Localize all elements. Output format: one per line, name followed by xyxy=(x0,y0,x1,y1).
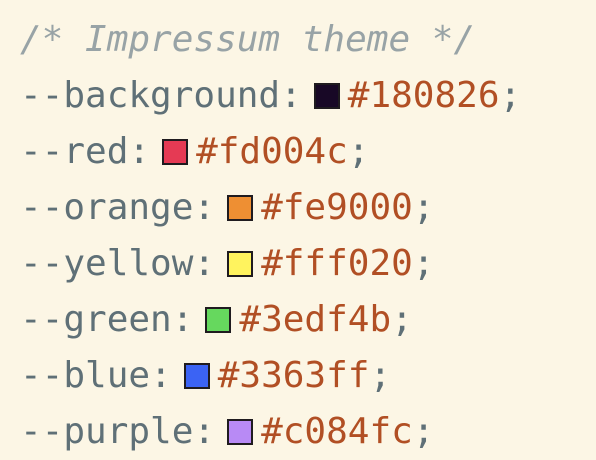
background-hex-value: #180826 xyxy=(347,75,500,116)
red-color-swatch xyxy=(162,139,189,165)
red-hex-value: #fd004c xyxy=(196,131,348,172)
purple-variable-name: --purple xyxy=(20,411,194,452)
yellow-color-swatch xyxy=(227,251,254,277)
green-variable-name: --green xyxy=(20,299,172,340)
purple-color-swatch xyxy=(227,419,254,445)
yellow-variable-line: --yellow: #fff020; xyxy=(20,236,596,292)
background-variable-name: --background xyxy=(20,75,281,116)
yellow-variable-name: --yellow xyxy=(20,243,194,284)
green-variable-line: --green: #3edf4b; xyxy=(20,292,596,348)
orange-variable-line: --orange: #fe9000; xyxy=(20,180,596,236)
theme-comment-line: /* Impressum theme */ xyxy=(20,12,596,68)
blue-variable-line: --blue: #3363ff; xyxy=(20,348,596,404)
red-variable-line: --red: #fd004c; xyxy=(20,124,596,180)
theme-comment: /* Impressum theme */ xyxy=(20,19,476,60)
purple-hex-value: #c084fc xyxy=(261,411,413,452)
background-variable-line: --background: #180826; xyxy=(20,68,596,124)
purple-variable-line: --purple: #c084fc; xyxy=(20,404,596,460)
blue-color-swatch xyxy=(183,363,210,389)
green-color-swatch xyxy=(205,307,232,333)
orange-variable-name: --orange xyxy=(20,187,194,228)
blue-variable-name: --blue xyxy=(20,355,151,396)
yellow-hex-value: #fff020 xyxy=(261,243,413,284)
background-color-swatch xyxy=(313,83,340,109)
orange-hex-value: #fe9000 xyxy=(261,187,413,228)
css-theme-code-block: /* Impressum theme */ --background: #180… xyxy=(0,0,596,460)
green-hex-value: #3edf4b xyxy=(239,299,392,340)
blue-hex-value: #3363ff xyxy=(217,355,370,396)
red-variable-name: --red xyxy=(20,131,129,172)
orange-color-swatch xyxy=(227,195,254,221)
